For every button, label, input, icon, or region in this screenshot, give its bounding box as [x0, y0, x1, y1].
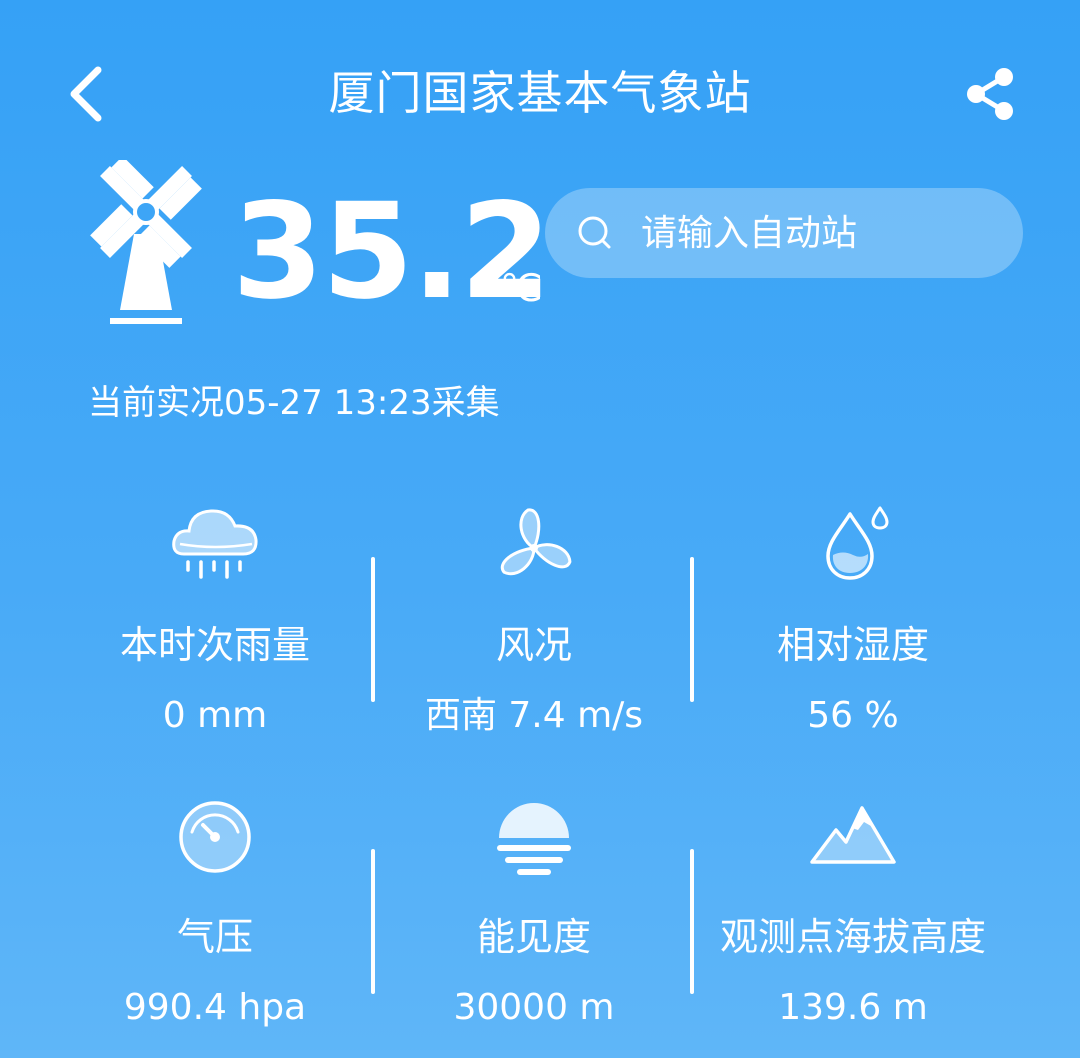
rain-cloud-icon — [172, 509, 258, 579]
visibility-sun-icon — [497, 803, 571, 875]
metric-rainfall: 本时次雨量 0 mm — [55, 500, 375, 740]
metric-altitude: 观测点海拔高度 139.6 m — [693, 792, 1013, 1032]
metric-visibility: 能见度 30000 m — [374, 792, 694, 1032]
metric-value: 0 mm — [162, 695, 268, 736]
metric-pressure: 气压 990.4 hpa — [55, 792, 375, 1032]
mountain-icon — [810, 806, 896, 864]
gauge-icon — [179, 801, 251, 873]
metric-value: 139.6 m — [778, 987, 928, 1028]
metric-value: 30000 m — [453, 987, 615, 1028]
search-input[interactable] — [641, 188, 1001, 278]
temperature-unit: ℃ — [500, 266, 543, 310]
share-button[interactable] — [958, 62, 1024, 126]
metric-value: 990.4 hpa — [123, 987, 307, 1028]
metric-label: 气压 — [176, 915, 253, 959]
metric-value: 56 % — [807, 695, 899, 736]
page-title: 厦门国家基本气象站 — [328, 66, 752, 120]
metric-wind: 风况 西南 7.4 m/s — [374, 500, 694, 740]
fan-icon — [500, 508, 572, 576]
metric-label: 能见度 — [476, 915, 591, 959]
metric-label: 本时次雨量 — [119, 623, 310, 667]
share-icon — [967, 68, 1013, 120]
metric-label: 相对湿度 — [776, 623, 929, 667]
metric-humidity: 相对湿度 56 % — [693, 500, 1013, 740]
metric-value: 西南 7.4 m/s — [424, 695, 644, 736]
station-search[interactable] — [545, 188, 1023, 278]
metric-label: 风况 — [495, 623, 572, 667]
search-icon — [578, 216, 611, 249]
metric-label: 观测点海拔高度 — [719, 915, 986, 959]
windmill-icon — [88, 156, 204, 328]
water-drop-icon — [826, 506, 889, 580]
observation-time: 当前实况05-27 13:23采集 — [88, 383, 500, 423]
